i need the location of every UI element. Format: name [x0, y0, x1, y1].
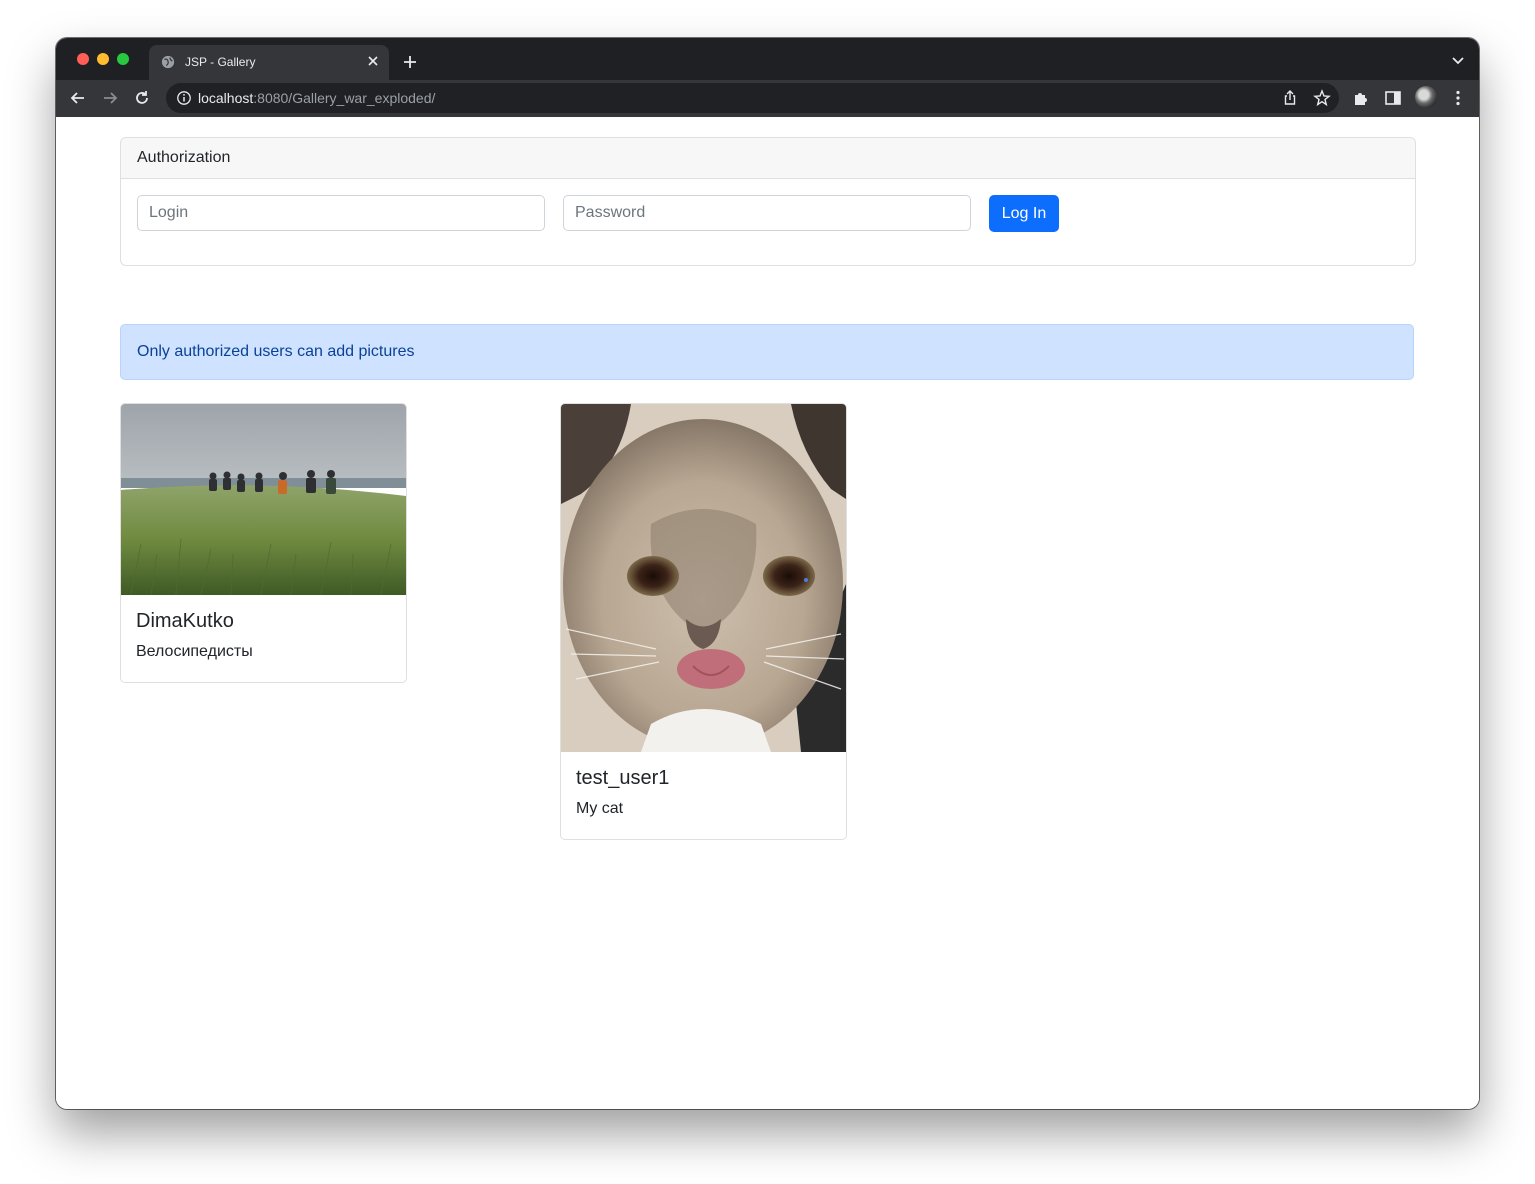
gallery-card: DimaKutko Велосипедисты — [120, 403, 407, 683]
browser-window: JSP - Gallery localhost:8080/Gallery_war… — [56, 38, 1479, 1109]
tab-title: JSP - Gallery — [185, 55, 256, 69]
side-panel-icon[interactable] — [1383, 88, 1403, 108]
cat-image — [561, 404, 846, 752]
card-caption: My cat — [576, 800, 624, 817]
cyclists-image — [121, 404, 406, 595]
minimize-window-button[interactable] — [97, 53, 109, 65]
password-input[interactable] — [563, 195, 971, 231]
more-menu-icon[interactable] — [1448, 88, 1468, 108]
authorization-header: Authorization — [121, 138, 1415, 179]
bookmark-star-icon[interactable] — [1313, 89, 1331, 107]
login-input[interactable] — [137, 195, 545, 231]
close-window-button[interactable] — [77, 53, 89, 65]
browser-tab[interactable]: JSP - Gallery — [149, 45, 389, 80]
globe-icon — [161, 55, 175, 69]
browser-toolbar: localhost:8080/Gallery_war_exploded/ — [56, 80, 1479, 117]
card-author: test_user1 — [576, 767, 670, 789]
profile-avatar[interactable] — [1415, 86, 1437, 108]
url-text: localhost:8080/Gallery_war_exploded/ — [198, 90, 436, 106]
forward-arrow-icon[interactable] — [100, 88, 120, 108]
info-alert: Only authorized users can add pictures — [120, 324, 1414, 380]
extensions-puzzle-icon[interactable] — [1351, 88, 1371, 108]
authorization-card: Authorization Log In — [120, 137, 1416, 266]
back-arrow-icon[interactable] — [68, 88, 88, 108]
new-tab-icon[interactable] — [402, 54, 418, 70]
card-caption: Велосипедисты — [136, 643, 253, 660]
tab-bar: JSP - Gallery — [56, 38, 1479, 80]
reload-icon[interactable] — [132, 88, 152, 108]
close-tab-icon[interactable] — [365, 53, 381, 69]
log-in-button[interactable]: Log In — [989, 195, 1059, 232]
address-bar[interactable]: localhost:8080/Gallery_war_exploded/ — [166, 83, 1339, 113]
info-icon[interactable] — [176, 90, 192, 106]
chevron-down-icon[interactable] — [1451, 56, 1465, 66]
gallery-card: test_user1 My cat — [560, 403, 847, 840]
share-icon[interactable] — [1281, 89, 1299, 107]
page-content: Authorization Log In Only authorized use… — [56, 117, 1479, 1109]
card-author: DimaKutko — [136, 610, 234, 632]
maximize-window-button[interactable] — [117, 53, 129, 65]
